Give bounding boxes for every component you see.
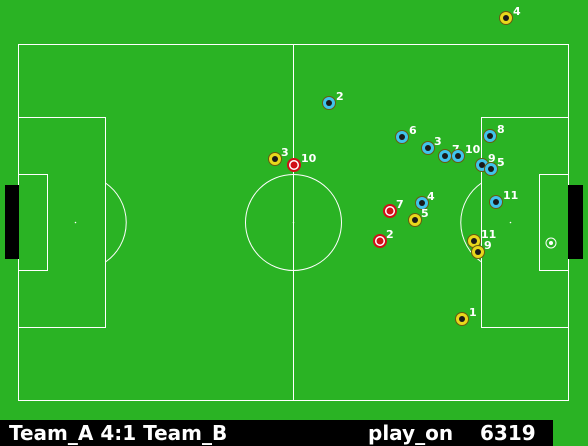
player-number: 4 [513, 5, 521, 18]
score-text: Team_A 4:1 Team_B [9, 421, 228, 445]
player-core [412, 217, 418, 223]
player-core [376, 237, 384, 245]
player-core [442, 153, 448, 159]
player-number: 7 [396, 198, 404, 211]
player-number: 5 [421, 207, 429, 220]
left-penalty-spot [74, 221, 77, 224]
player-core [419, 200, 425, 206]
player-number: 6 [409, 124, 417, 137]
player-core [471, 238, 477, 244]
player-number: 10 [301, 152, 317, 165]
player-number: 1 [469, 306, 477, 319]
player-core [487, 133, 493, 139]
score-bar: Team_A 4:1 Team_B play_on 6319 [0, 420, 553, 446]
ball-center [549, 241, 553, 245]
player-core [425, 145, 431, 151]
player-number: 5 [497, 156, 505, 169]
right-penalty-spot [509, 221, 512, 224]
score-bar-spacer [553, 420, 588, 446]
player-number: 2 [386, 228, 394, 241]
player-core [326, 100, 332, 106]
left-goal [5, 185, 19, 259]
player-core [475, 249, 481, 255]
play-mode: play_on [368, 421, 454, 445]
right-goal [568, 185, 583, 259]
player-core [493, 199, 499, 205]
player-core [488, 166, 494, 172]
soccer-field: 42637108951143107251191 [0, 0, 588, 420]
player-number: 4 [427, 190, 435, 203]
cycle-counter: 6319 [480, 421, 536, 445]
player-number: 3 [434, 135, 442, 148]
player-core [455, 153, 461, 159]
player-number: 11 [503, 189, 518, 202]
player-number: 9 [484, 239, 492, 252]
player-number: 8 [497, 123, 505, 136]
player-core [503, 15, 509, 21]
player-core [399, 134, 405, 140]
player-core [459, 316, 465, 322]
player-number: 2 [336, 90, 344, 103]
center-spot [292, 221, 295, 224]
player-number: 10 [465, 143, 481, 156]
player-core [290, 161, 298, 169]
player-core [386, 207, 394, 215]
player-core [479, 162, 485, 168]
player-core [272, 156, 278, 162]
player-number: 3 [281, 146, 289, 159]
